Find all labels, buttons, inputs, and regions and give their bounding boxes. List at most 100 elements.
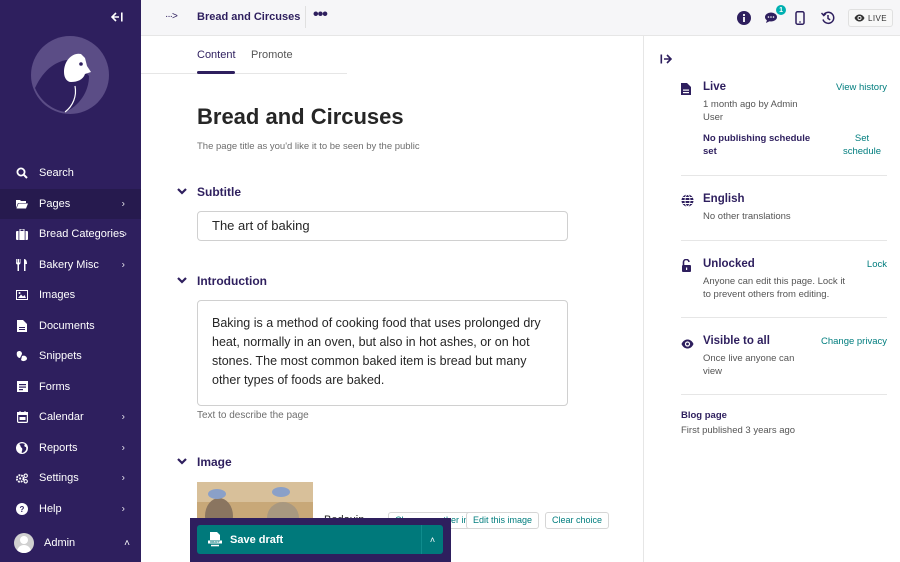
form-icon [16, 381, 28, 393]
edit-image-button[interactable]: Edit this image [466, 512, 540, 529]
account-name: Admin [44, 537, 76, 549]
sidebar-item-images[interactable]: Images [0, 280, 141, 311]
comments-button[interactable]: 1 [762, 5, 787, 28]
collapse-sidebar-button[interactable] [110, 10, 123, 25]
save-draft-button[interactable]: DRAFT Save draft [197, 525, 421, 554]
page-title-help: The page title as you'd like it to be se… [197, 141, 420, 152]
sidebar-item-reports[interactable]: Reports › [0, 433, 141, 464]
more-actions-button[interactable]: ••• [313, 6, 328, 24]
search-icon [16, 167, 28, 179]
history-icon [821, 11, 835, 25]
utensils-icon [16, 258, 28, 271]
main-menu: Search Pages › Bread Categories › Bakery… [0, 158, 141, 524]
info-button[interactable] [734, 8, 754, 28]
sidebar-item-label: Bread Categories [39, 228, 125, 241]
sidebar-item-search[interactable]: Search [0, 158, 141, 189]
tab-content[interactable]: Content [197, 49, 236, 61]
sidebar-item-label: Settings [39, 472, 79, 485]
sidebar-item-label: Bakery Misc [39, 258, 99, 271]
more-publish-actions-toggle[interactable]: ˄ [421, 525, 443, 554]
sidebar-item-settings[interactable]: Settings › [0, 463, 141, 494]
close-panel-button[interactable] [660, 53, 673, 67]
avatar [14, 533, 34, 553]
sidebar-item-bread-categories[interactable]: Bread Categories › [0, 219, 141, 250]
editor-tabs: Content Promote [141, 36, 347, 74]
eye-icon [681, 336, 694, 349]
subtitle-input[interactable]: The art of baking [197, 211, 568, 241]
divider [681, 240, 887, 241]
privacy-text: Once live anyone can view [703, 353, 795, 377]
sidebar: Search Pages › Bread Categories › Bakery… [0, 0, 141, 562]
globe-icon [681, 194, 694, 207]
tab-promote[interactable]: Promote [251, 49, 293, 61]
sidebar-item-label: Reports [39, 441, 78, 454]
sidebar-item-help[interactable]: ? Help › [0, 494, 141, 525]
chevron-right-icon: › [121, 259, 125, 271]
introduction-section-toggle[interactable]: Introduction [177, 274, 267, 288]
sidebar-item-label: Search [39, 167, 74, 180]
chevron-right-icon: › [121, 411, 125, 423]
divider [681, 394, 887, 395]
calendar-icon [16, 411, 28, 424]
snippets-icon [16, 350, 28, 362]
sidebar-item-label: Forms [39, 380, 71, 393]
header-actions: 1 LIVE [726, 5, 893, 28]
introduction-label: Introduction [197, 274, 267, 288]
divider [305, 6, 306, 28]
chevron-up-icon: ˄ [124, 537, 130, 549]
arrow-left-bar-icon [110, 12, 123, 22]
sidebar-item-label: Calendar [39, 411, 84, 424]
status-section: Live View history 1 month ago by Admin U… [681, 81, 887, 161]
account-menu-button[interactable]: Admin ˄ [14, 533, 130, 553]
sidebar-item-calendar[interactable]: Calendar › [0, 402, 141, 433]
live-label: LIVE [868, 13, 887, 23]
save-draft-label: Save draft [230, 533, 284, 546]
cogs-icon [16, 472, 28, 484]
clear-choice-button[interactable]: Clear choice [545, 512, 610, 529]
page-title-field[interactable]: Bread and Circuses [197, 104, 404, 130]
breadcrumb-current-page[interactable]: Bread and Circuses [197, 11, 300, 23]
folder-open-icon [16, 198, 28, 210]
wagtail-logo[interactable] [31, 36, 109, 114]
subtitle-section-toggle[interactable]: Subtitle [177, 185, 241, 199]
draft-icon: DRAFT [208, 532, 222, 547]
status-text: 1 month ago by Admin User [703, 99, 798, 123]
sidebar-item-pages[interactable]: Pages › [0, 188, 141, 219]
change-privacy-link[interactable]: Change privacy [821, 335, 887, 348]
chevron-down-icon [177, 457, 197, 468]
page-type-text: First published 3 years ago [681, 425, 796, 436]
set-schedule-link[interactable]: Set schedule [837, 132, 887, 158]
image-section-toggle[interactable]: Image [177, 455, 232, 469]
sidebar-item-forms[interactable]: Forms [0, 372, 141, 403]
image-label: Image [197, 455, 232, 469]
view-live-button[interactable]: LIVE [848, 9, 893, 27]
chevron-right-icon: › [121, 442, 125, 454]
sidebar-item-bakery-misc[interactable]: Bakery Misc › [0, 250, 141, 281]
svg-text:DRAFT: DRAFT [210, 540, 220, 544]
schedule-status: No publishing schedule set [703, 133, 811, 157]
view-history-link[interactable]: View history [836, 81, 887, 94]
preview-mobile-button[interactable] [790, 8, 810, 28]
breadcrumb-toggle[interactable]: ···> [165, 11, 178, 22]
document-icon [681, 82, 693, 95]
lock-link[interactable]: Lock [867, 258, 887, 271]
page-type-title: Blog page [681, 410, 727, 421]
chevron-right-icon: › [121, 503, 125, 515]
bird-logo-icon [31, 36, 109, 114]
introduction-help: Text to describe the page [197, 410, 309, 421]
subtitle-label: Subtitle [197, 185, 241, 199]
globe-icon [16, 441, 28, 454]
divider [681, 175, 887, 176]
sidebar-item-documents[interactable]: Documents [0, 311, 141, 342]
info-icon [737, 11, 752, 25]
history-button[interactable] [818, 8, 838, 28]
editor-form: Bread and Circuses The page title as you… [141, 74, 643, 562]
privacy-title: Visible to all [703, 335, 770, 347]
sidebar-item-snippets[interactable]: Snippets [0, 341, 141, 372]
sidebar-item-label: Help [39, 502, 62, 515]
lock-section: Unlocked Lock Anyone can edit this page.… [681, 258, 887, 303]
chevron-right-icon: › [123, 228, 127, 240]
mobile-icon [795, 11, 805, 25]
introduction-textarea[interactable]: Baking is a method of cooking food that … [197, 300, 568, 406]
svg-text:?: ? [20, 505, 25, 514]
